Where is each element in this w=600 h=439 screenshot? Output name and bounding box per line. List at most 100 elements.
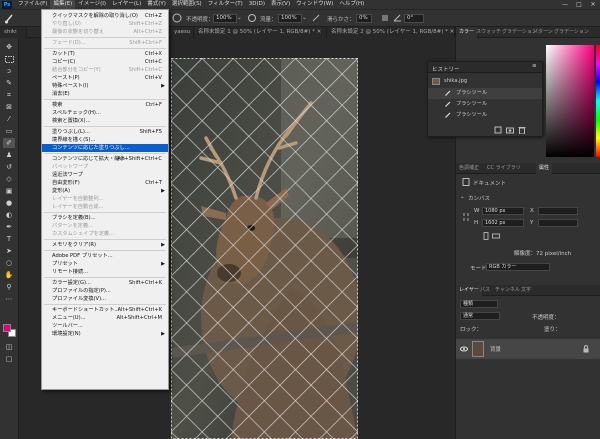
layer-row-background[interactable]: 背景: [456, 339, 600, 359]
path-select-tool-icon[interactable]: ➤: [3, 246, 15, 256]
smoothing-options-icon[interactable]: [380, 13, 390, 23]
edit-menu-item[interactable]: キーボードショートカット... Alt+Shift+Ctrl+K: [42, 306, 168, 314]
canvas-section-chevron-icon[interactable]: ⌄: [460, 194, 465, 200]
foreground-color-swatch[interactable]: [3, 324, 11, 332]
zoom-tool-icon[interactable]: ⚲: [3, 282, 15, 292]
history-item[interactable]: ブラシツール: [428, 110, 542, 121]
edit-menu-item[interactable]: 自由変形(F) Ctrl+T: [42, 179, 168, 187]
blend-mode-dropdown[interactable]: 通常: [460, 312, 500, 320]
color-picker-field[interactable]: [546, 45, 594, 157]
opacity-dropdown-icon[interactable]: ⌄: [237, 15, 242, 21]
menu-item[interactable]: レイヤー(L): [109, 0, 144, 9]
edit-menu-item[interactable]: プリセット ▶: [42, 260, 168, 268]
layer-filter-dropdown[interactable]: 種類: [460, 300, 498, 308]
brush-tool-icon[interactable]: [4, 14, 14, 24]
trash-icon[interactable]: [518, 126, 526, 136]
width-field[interactable]: 1080 px: [482, 207, 524, 215]
screen-mode-icon[interactable]: ▢: [3, 354, 15, 364]
edit-menu-item[interactable]: コピー(C) Ctrl+C: [42, 58, 168, 66]
quick-select-tool-icon[interactable]: ✎: [3, 78, 15, 88]
menu-item[interactable]: 表示(V): [268, 0, 293, 9]
edit-menu-item[interactable]: コンテンツに応じた塗りつぶし...: [42, 144, 168, 152]
menu-item[interactable]: ヘルプ(H): [336, 0, 367, 9]
shape-tool-icon[interactable]: ○: [3, 258, 15, 268]
edit-menu-item[interactable]: 特殊ペースト(I) ▶: [42, 82, 168, 90]
x-field[interactable]: [538, 207, 578, 215]
edit-menu-item[interactable]: 境界線を描く(S)...: [42, 136, 168, 144]
edit-menu-item[interactable]: 環境設定(N) ▶: [42, 330, 168, 338]
lasso-tool-icon[interactable]: ↄ: [3, 66, 15, 76]
eye-icon[interactable]: [460, 345, 468, 353]
edit-menu-item[interactable]: やり直し(O) Shift+Ctrl+Z: [42, 20, 168, 28]
close-icon[interactable]: ✕: [586, 0, 600, 9]
edit-menu-item[interactable]: クイックマスクを解除の取り消し(O) Ctrl+Z: [42, 12, 168, 20]
edit-menu-item[interactable]: プロファイル変換(V)...: [42, 295, 168, 303]
stamp-tool-icon[interactable]: ♟: [3, 150, 15, 160]
marquee-tool-icon[interactable]: [3, 54, 15, 64]
edit-menu-item[interactable]: フェード(D)... Shift+Ctrl+F: [42, 39, 168, 47]
tab-adjustments[interactable]: 色調補正: [456, 163, 482, 174]
menu-item[interactable]: 3D(D): [246, 0, 268, 9]
tab-gradients-2[interactable]: グラデーション: [551, 27, 592, 38]
edit-menu-item[interactable]: スペルチェック(H)...: [42, 109, 168, 117]
frame-tool-icon[interactable]: ⊠: [3, 102, 15, 112]
y-field[interactable]: [538, 219, 578, 227]
quick-mask-icon[interactable]: ◫: [3, 342, 15, 352]
edit-menu-item[interactable]: 結合部分をコピー(Y) Shift+Ctrl+C: [42, 66, 168, 74]
edit-menu-item[interactable]: パターンを定義...: [42, 222, 168, 230]
landscape-orientation-icon[interactable]: [492, 232, 500, 240]
edit-menu-item[interactable]: 変形(A) ▶: [42, 187, 168, 195]
menu-item[interactable]: 選択範囲(S): [169, 0, 205, 9]
edit-menu-item[interactable]: 検索と置換(X)...: [42, 117, 168, 125]
portrait-orientation-icon[interactable]: [482, 232, 490, 240]
opacity-field[interactable]: 100%: [213, 14, 237, 23]
airbrush-icon[interactable]: [311, 13, 321, 23]
color-swatches[interactable]: [3, 324, 17, 338]
tab-untitled-1[interactable]: 名称未設定 1 @ 50% (レイヤー 1, RGB/8#) * ✕: [194, 27, 327, 38]
edit-menu-item[interactable]: 最後の状態を切り替え Alt+Ctrl+Z: [42, 28, 168, 36]
edit-menu-item[interactable]: カット(T) Ctrl+X: [42, 50, 168, 58]
hue-slider[interactable]: [596, 45, 600, 157]
edit-menu-item[interactable]: ペースト(P) Ctrl+V: [42, 74, 168, 82]
panel-menu-icon[interactable]: ≡: [532, 63, 537, 69]
pen-tool-icon[interactable]: ✒: [3, 222, 15, 232]
mode-dropdown[interactable]: RGB カラー: [486, 263, 550, 271]
tab-untitled-2[interactable]: 名称未設定 2 @ 50% (レイヤー 1, RGB/8#) * ✕: [327, 27, 455, 38]
maximize-icon[interactable]: □: [572, 0, 586, 9]
edit-menu-item[interactable]: リモート接続...: [42, 268, 168, 276]
edit-menu-item[interactable]: レイヤーを自動合成...: [42, 203, 168, 211]
edit-menu-item[interactable]: パペットワープ: [42, 163, 168, 171]
tab-cc-libraries[interactable]: CC ライブラリ: [484, 163, 524, 174]
healing-tool-icon[interactable]: ▭: [3, 126, 15, 136]
history-item[interactable]: ブラシツール: [428, 99, 542, 110]
gradient-tool-icon[interactable]: ▣: [3, 186, 15, 196]
edit-menu-item[interactable]: レイヤーを自動整列...: [42, 195, 168, 203]
edit-menu-item[interactable]: メニュー(U)... Alt+Shift+Ctrl+M: [42, 314, 168, 322]
menu-item[interactable]: ウィンドウ(W): [293, 0, 336, 9]
edit-menu-item[interactable]: プロファイルの指定(P)...: [42, 287, 168, 295]
minimize-icon[interactable]: —: [558, 0, 572, 9]
edit-menu-item[interactable]: 遠近法ワープ: [42, 171, 168, 179]
eyedropper-tool-icon[interactable]: ⁄: [3, 114, 15, 124]
tab-paths[interactable]: パス: [477, 285, 493, 296]
new-document-from-state-icon[interactable]: [494, 126, 502, 136]
pressure-size-icon[interactable]: [247, 13, 257, 23]
edit-menu-item[interactable]: カスタムシェイプを定義...: [42, 230, 168, 238]
menu-item[interactable]: ファイル(F): [15, 0, 50, 9]
tab-shika[interactable]: shiki: [0, 27, 27, 38]
height-field[interactable]: 1602 px: [482, 219, 524, 227]
crop-tool-icon[interactable]: ⌗: [3, 90, 15, 100]
edit-menu-item[interactable]: 塗りつぶし(L)... Shift+F5: [42, 128, 168, 136]
eraser-tool-icon[interactable]: ◇: [3, 174, 15, 184]
hand-tool-icon[interactable]: ✋: [3, 270, 15, 280]
more-tools-icon[interactable]: ⋯: [3, 294, 15, 304]
edit-menu-item[interactable]: メモリをクリア(R) ▶: [42, 241, 168, 249]
brush-tool-icon[interactable]: ✐: [3, 138, 15, 148]
edit-menu-item[interactable]: ブラシを定義(B)...: [42, 214, 168, 222]
tab-yaesu[interactable]: yaesu: [170, 27, 194, 38]
edit-menu-item[interactable]: コンテンツに応じて拡大・縮小 Alt+Shift+Ctrl+C: [42, 155, 168, 163]
edit-menu-item[interactable]: 消去(E): [42, 90, 168, 98]
history-snapshot[interactable]: shika.jpg: [428, 76, 542, 87]
menu-item[interactable]: イメージ(I): [75, 0, 109, 9]
tab-character[interactable]: 文字: [518, 285, 534, 296]
